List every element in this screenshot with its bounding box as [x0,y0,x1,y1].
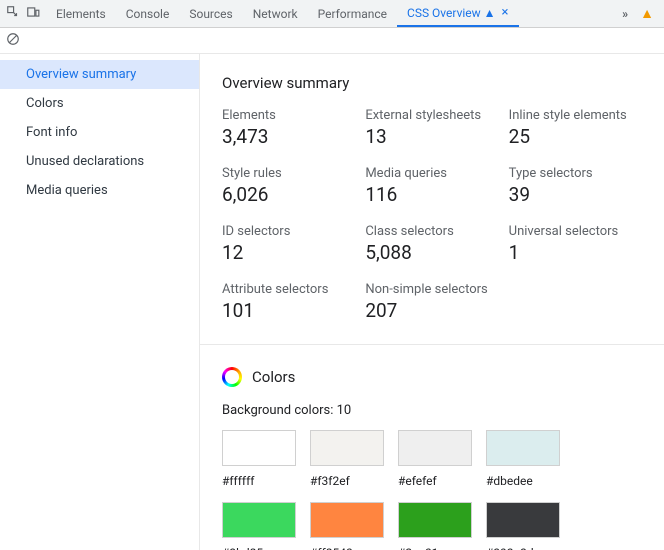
stat-label: Attribute selectors [222,282,355,297]
stat-value: 5,088 [365,241,498,264]
stat-label: External stylesheets [365,108,498,123]
more-tabs-button[interactable]: » [616,7,634,21]
swatch-label: #f3f2ef [310,474,384,488]
stat-value: 13 [365,125,498,148]
stat-value: 39 [509,183,642,206]
color-swatch[interactable]: #dbedee [486,430,560,488]
color-swatch[interactable]: #efefef [398,430,472,488]
sidebar-item-colors[interactable]: Colors [0,89,199,118]
swatch-label: #393a3d [486,546,560,550]
stat-label: Universal selectors [509,224,642,239]
stat-block: Style rules 6,026 [222,166,355,206]
tab-css-overview[interactable]: CSS Overview ▲ × [397,0,518,27]
stat-block: Type selectors 39 [509,166,642,206]
section-title: Overview summary [222,74,642,92]
close-icon[interactable]: × [502,6,509,19]
swatch-box [222,430,296,466]
color-swatch[interactable]: #f3f2ef [310,430,384,488]
color-swatch[interactable]: #3bd85e [222,502,296,550]
stat-block: Media queries 116 [365,166,498,206]
swatch-box [222,502,296,538]
color-wheel-icon [222,367,242,387]
stat-label: Class selectors [365,224,498,239]
stat-value: 101 [222,299,355,322]
stat-label: Style rules [222,166,355,181]
stat-label: Non-simple selectors [365,282,498,297]
color-swatch[interactable]: #ff8540 [310,502,384,550]
stat-block: Attribute selectors 101 [222,282,355,322]
section-title: Colors [252,368,295,386]
stat-label: Inline style elements [509,108,642,123]
swatch-box [486,430,560,466]
stat-block: Class selectors 5,088 [365,224,498,264]
stat-value: 25 [509,125,642,148]
tab-elements[interactable]: Elements [46,0,116,27]
overview-summary-section: Overview summary Elements 3,473 External s… [200,54,664,345]
sidebar-item-font-info[interactable]: Font info [0,118,199,147]
main-tabs: Elements Console Sources Network Perform… [46,0,616,27]
stat-value: 1 [509,241,642,264]
sidebar-item-overview-summary[interactable]: Overview summary [0,60,199,89]
panel-toolbar [0,28,664,54]
tab-performance[interactable]: Performance [308,0,397,27]
colors-subheading: Background colors: 10 [222,403,642,418]
swatch-label: #ffffff [222,474,296,488]
stat-label: ID selectors [222,224,355,239]
swatch-label: #ff8540 [310,546,384,550]
main-content: Overview summary Elements 3,473 External s… [200,54,664,550]
device-toolbar-icon[interactable] [26,5,40,22]
swatch-label: #2ca01c [398,546,472,550]
stat-block: Non-simple selectors 207 [365,282,498,322]
stat-value: 6,026 [222,183,355,206]
swatch-box [310,430,384,466]
color-swatch[interactable]: #393a3d [486,502,560,550]
stat-block: ID selectors 12 [222,224,355,264]
stat-block: Elements 3,473 [222,108,355,148]
swatch-label: #3bd85e [222,546,296,550]
stat-label: Media queries [365,166,498,181]
stat-label: Elements [222,108,355,123]
tab-console[interactable]: Console [116,0,180,27]
inspect-icon[interactable] [6,5,20,22]
stat-value: 12 [222,241,355,264]
swatch-label: #dbedee [486,474,560,488]
stat-value: 207 [365,299,498,322]
swatch-box [310,502,384,538]
stat-block: Universal selectors 1 [509,224,642,264]
colors-section: Colors Background colors: 10 #ffffff #f3f… [200,345,664,550]
swatch-box [486,502,560,538]
stat-label: Type selectors [509,166,642,181]
tab-network[interactable]: Network [243,0,308,27]
stat-value: 116 [365,183,498,206]
sidebar: Overview summary Colors Font info Unused… [0,54,200,550]
sidebar-item-media-queries[interactable]: Media queries [0,176,199,205]
swatch-box [398,430,472,466]
color-swatch[interactable]: #ffffff [222,430,296,488]
color-swatch[interactable]: #2ca01c [398,502,472,550]
swatch-label: #efefef [398,474,472,488]
stat-block: Inline style elements 25 [509,108,642,148]
sidebar-item-unused-declarations[interactable]: Unused declarations [0,147,199,176]
warning-icon[interactable]: ▲ [634,5,660,22]
clear-icon[interactable] [6,32,20,49]
tab-sources[interactable]: Sources [179,0,242,27]
tabbar-tools [4,5,46,22]
devtools-tabbar: Elements Console Sources Network Perform… [0,0,664,28]
stat-value: 3,473 [222,125,355,148]
stat-block: External stylesheets 13 [365,108,498,148]
swatch-box [398,502,472,538]
